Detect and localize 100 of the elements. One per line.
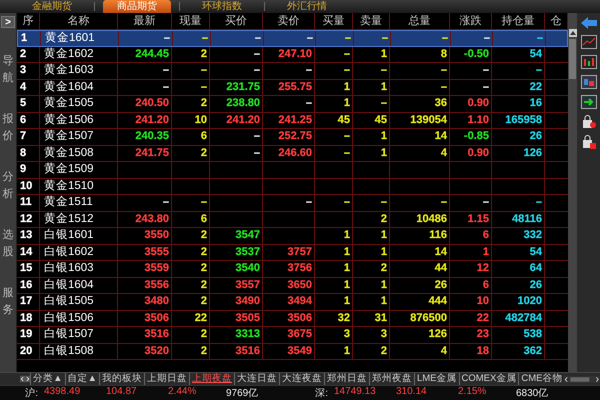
export-icon[interactable] [580,95,596,109]
column-header[interactable]: 最新 [118,13,172,29]
table-cell: – [492,63,545,78]
lock-icon[interactable] [582,135,596,149]
table-cell: – [172,80,210,95]
table-cell: 2 [172,96,210,112]
column-header[interactable]: 序 [17,13,40,29]
table-cell: 22 [492,80,545,95]
quote-row[interactable]: 19 白银1507 3516 2 3313 3675 3 3 126 23 538 [17,327,568,344]
column-header[interactable]: 涨跌 [450,13,492,29]
market-tab[interactable]: 金融期货 [18,0,86,13]
sidebar-item[interactable]: 导航 [2,53,14,86]
market-tab[interactable]: 外汇行情 [273,0,341,13]
table-cell: 6 [450,228,492,244]
sidebar-item[interactable]: 分析 [2,169,14,202]
table-cell: 3650 [263,278,315,293]
column-header[interactable]: 卖价 [263,13,315,29]
quote-row[interactable]: 6 黄金1506 241.20 10 241.20 241.25 45 45 139054 1.10 165958 [17,112,568,129]
quote-row[interactable]: 10 黄金1510 [17,178,568,195]
quote-row[interactable]: 11 黄金1511 – – – – – – – – [17,195,568,212]
table-cell: 876500 [390,310,450,326]
table-cell: 12 [17,212,40,227]
quote-row[interactable]: 16 白银1604 3556 2 3557 3650 1 1 26 6 26 [17,278,568,294]
table-cell: – [353,96,390,112]
quote-row[interactable]: 1 黄金1601 – – – – – – – – – [17,30,568,46]
market-tab[interactable]: 商品期货 [103,0,171,13]
previous-icon[interactable] [20,374,26,384]
quote-row[interactable]: 17 白银1505 3480 2 3490 3494 1 1 444 10 1020 [17,294,568,310]
back-arrow-icon[interactable] [580,17,596,29]
table-cell: 1 [353,129,390,144]
table-cell: – [172,195,210,210]
table-cell: 1.10 [450,112,492,128]
quote-row[interactable]: 12 黄金1512 243.80 6 2 10486 1.15 48116 [17,212,568,228]
quote-row[interactable]: 14 白银1602 3555 2 3537 3757 1 1 14 1 54 [17,244,568,261]
column-header[interactable]: 名称 [40,13,118,29]
next-icon[interactable] [25,374,30,384]
column-header[interactable]: 持仓量 [492,13,545,29]
table-cell: 3537 [210,244,263,260]
table-cell: – [315,146,353,161]
scrollbar-thumb[interactable] [569,39,576,79]
quote-row[interactable]: 4 黄金1604 – – 231.75 255.75 1 1 – – 22 [17,80,568,96]
quote-row[interactable]: 15 白银1603 3559 2 3540 3756 1 2 44 12 64 [17,261,568,278]
table-cell: 白银1506 [40,310,118,326]
table-cell: 15 [17,261,40,276]
table-cell: 255.75 [263,80,315,95]
table-cell: 6 [450,278,492,293]
index-percent: 2.15% [458,386,488,399]
sidebar-item[interactable]: 服务 [2,285,14,318]
table-cell: 17 [17,294,40,310]
table-cell: 3506 [118,310,172,326]
table-cell: 3516 [118,327,172,342]
table-cell: 18 [17,310,40,326]
table-cell: 244.45 [118,46,172,62]
column-header[interactable]: 现量 [172,13,210,29]
quote-row[interactable]: 2 黄金1602 244.45 2 – 247.10 – 1 8 -0.50 54 [17,46,568,63]
quote-row[interactable]: 13 白银1601 3550 2 3547 1 1 116 6 332 [17,228,568,244]
horizontal-scrollbar[interactable] [564,374,600,384]
window-icon[interactable] [580,75,596,89]
line-chart-icon[interactable] [580,35,596,49]
table-cell: – [492,195,545,210]
sidebar-item[interactable]: 选股 [2,227,14,260]
table-cell: 126 [390,327,450,342]
table-cell: 32 [315,310,353,326]
expand-button[interactable]: > [1,16,15,28]
quote-row[interactable]: 7 黄金1507 240.35 6 – 252.75 – 1 14 -0.85 26 [17,129,568,146]
table-cell: 247.10 [263,46,315,62]
quote-row[interactable]: 8 黄金1508 241.75 2 – 246.60 – 1 4 0.90 126 [17,146,568,162]
table-cell: – [450,195,492,210]
table-cell: 18 [450,344,492,359]
table-cell: 2 [172,261,210,276]
column-header[interactable]: 卖量 [353,13,390,29]
table-cell: 3490 [210,294,263,310]
table-cell: – [390,195,450,210]
table-cell: 31 [353,310,390,326]
scroll-up-icon[interactable] [568,29,576,37]
quote-row[interactable]: 5 黄金1505 240.50 2 238.80 – 1 – 36 0.90 16 [17,96,568,112]
lock-icon[interactable] [582,115,596,129]
market-tab[interactable]: 环球指数 [188,0,256,13]
table-cell: 3540 [210,261,263,276]
table-cell: 332 [492,228,545,244]
quote-row[interactable]: 18 白银1506 3506 22 3505 3506 32 31 876500 22 482784 [17,310,568,327]
column-header[interactable]: 买量 [315,13,353,29]
quote-row[interactable]: 9 黄金1509 [17,162,568,178]
quote-row[interactable]: 3 黄金1603 – – – – – – – – – [17,63,568,80]
table-cell: 3549 [263,344,315,359]
bar-chart-icon[interactable] [580,55,596,69]
table-cell: 240.50 [118,96,172,112]
table-cell: 2 [353,212,390,227]
table-cell: 4 [390,146,450,161]
column-header[interactable]: 买价 [210,13,263,29]
table-cell: 2 [353,344,390,359]
table-cell: 16 [492,96,545,112]
table-cell: 26 [492,129,545,144]
table-cell: 3313 [210,327,263,342]
quote-row[interactable]: 20 白银1508 3520 2 3516 3549 1 2 4 18 362 [17,344,568,360]
table-cell: 1 [353,278,390,293]
column-header[interactable]: 总量 [390,13,450,29]
sidebar-item[interactable]: 报价 [2,111,14,144]
table-cell: 3547 [210,228,263,244]
table-cell: 1 [353,228,390,244]
